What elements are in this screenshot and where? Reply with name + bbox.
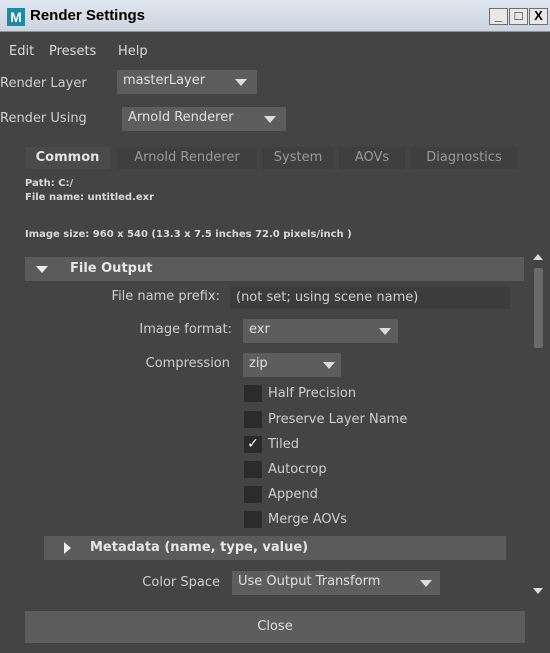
image-size-text: Image size: 960 x 540 (13.3 x 7.5 inches… xyxy=(25,229,352,240)
scrollbar-thumb[interactable] xyxy=(534,268,543,348)
render-layer-label: Render Layer xyxy=(0,76,87,91)
tab-arnold-renderer[interactable]: Arnold Renderer xyxy=(117,147,257,169)
metadata-title: Metadata (name, type, value) xyxy=(90,540,309,555)
expand-arrow-icon xyxy=(36,266,48,273)
tab-system[interactable]: System xyxy=(262,147,334,169)
preserve-layer-name-checkbox[interactable] xyxy=(244,411,262,428)
scroll-down-icon[interactable] xyxy=(533,588,543,594)
tiled-checkbox[interactable]: ✓ xyxy=(244,436,262,453)
menu-help[interactable]: Help xyxy=(118,44,148,59)
path-text: Path: C:/ xyxy=(25,178,74,189)
file-output-title: File Output xyxy=(70,261,153,276)
tiled-label: Tiled xyxy=(268,437,300,452)
image-format-dropdown[interactable]: exr xyxy=(243,319,398,343)
menu-edit[interactable]: Edit xyxy=(9,44,34,59)
render-layer-value: masterLayer xyxy=(123,73,206,88)
title-bar[interactable]: M Render Settings _ □ X xyxy=(0,0,550,32)
render-layer-dropdown[interactable]: masterLayer xyxy=(117,70,257,94)
half-precision-label: Half Precision xyxy=(268,386,357,401)
render-using-label: Render Using xyxy=(0,111,87,126)
merge-aovs-checkbox[interactable] xyxy=(244,511,262,528)
autocrop-checkbox[interactable] xyxy=(244,461,262,478)
chevron-down-icon xyxy=(379,328,391,335)
chevron-down-icon xyxy=(420,580,432,587)
close-button[interactable]: Close xyxy=(25,611,525,643)
autocrop-label: Autocrop xyxy=(268,462,327,477)
render-using-dropdown[interactable]: Arnold Renderer xyxy=(122,107,286,131)
chevron-down-icon xyxy=(264,116,276,123)
metadata-header[interactable]: Metadata (name, type, value) xyxy=(44,536,506,560)
half-precision-checkbox[interactable] xyxy=(244,385,262,402)
minimize-button[interactable]: _ xyxy=(489,8,508,25)
window-title: Render Settings xyxy=(30,7,146,24)
collapsed-arrow-icon xyxy=(64,542,71,554)
compression-dropdown[interactable]: zip xyxy=(243,353,341,377)
file-name-prefix-label: File name prefix: xyxy=(111,289,220,304)
preserve-layer-name-label: Preserve Layer Name xyxy=(268,412,408,427)
file-name-text: File name: untitled.exr xyxy=(25,192,155,203)
app-icon: M xyxy=(7,8,25,26)
tab-aovs[interactable]: AOVs xyxy=(339,147,405,169)
merge-aovs-label: Merge AOVs xyxy=(268,512,348,527)
maximize-button[interactable]: □ xyxy=(509,8,528,25)
menu-presets[interactable]: Presets xyxy=(49,44,96,59)
append-checkbox[interactable] xyxy=(244,486,262,503)
chevron-down-icon xyxy=(323,362,335,369)
render-using-value: Arnold Renderer xyxy=(128,110,234,125)
color-space-value: Use Output Transform xyxy=(238,574,381,589)
menu-bar: Edit Presets Help xyxy=(0,44,550,62)
tab-common[interactable]: Common xyxy=(25,147,110,169)
compression-value: zip xyxy=(249,356,268,371)
append-label: Append xyxy=(268,487,318,502)
scroll-up-icon[interactable] xyxy=(533,254,543,260)
chevron-down-icon xyxy=(235,79,247,86)
image-format-label: Image format: xyxy=(139,322,232,337)
image-format-value: exr xyxy=(249,322,270,337)
color-space-dropdown[interactable]: Use Output Transform xyxy=(232,571,440,595)
close-window-button[interactable]: X xyxy=(529,8,548,25)
compression-label: Compression xyxy=(145,356,230,371)
file-output-header[interactable]: File Output xyxy=(25,257,524,281)
tab-diagnostics[interactable]: Diagnostics xyxy=(410,147,518,169)
file-name-prefix-input[interactable]: (not set; using scene name) xyxy=(230,287,510,309)
color-space-label: Color Space xyxy=(142,575,220,590)
